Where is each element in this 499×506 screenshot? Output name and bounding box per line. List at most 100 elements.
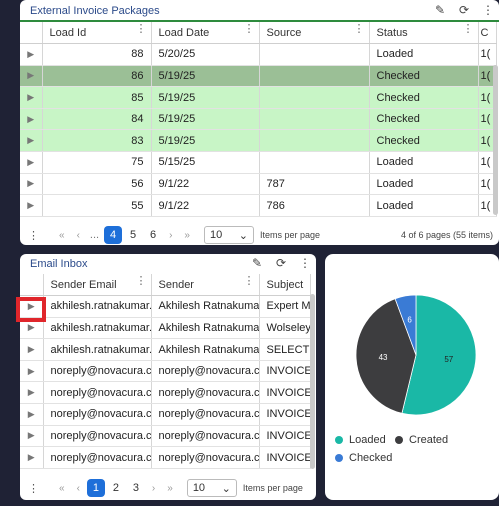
legend-item-loaded[interactable]: Loaded [335,434,386,446]
page-button[interactable]: 5 [124,226,142,244]
expand-row-icon[interactable]: ▶ [20,65,43,88]
page-button[interactable]: 1 [86,479,105,497]
expand-row-icon[interactable]: ▶ [20,403,44,426]
expand-row-icon[interactable]: ▶ [20,194,43,217]
table-row[interactable]: ▶ 83 5/19/25 Checked 1( [20,129,497,153]
table-row[interactable]: ▶ 88 5/20/25 Loaded 1( [20,43,497,66]
status-cell: Checked [369,86,479,109]
load-id-cell: 56 [42,173,152,196]
source-cell [259,86,370,109]
load-id-cell: 86 [42,65,152,88]
first-page-icon[interactable]: « [59,230,65,241]
vertical-scrollbar[interactable] [493,65,498,215]
legend-item-created[interactable]: Created [395,434,448,446]
sender-email-cell: akhilesh.ratnakumar... [43,317,152,340]
load-date-cell: 5/15/25 [151,151,260,174]
c-cell: 1( [478,43,497,66]
panel-title: Email Inbox [30,258,88,270]
table-row[interactable]: ▶ noreply@novacura.c... noreply@novacura.c… [20,360,311,383]
next-page-icon[interactable]: › [152,483,155,494]
page-button[interactable]: 6 [144,226,162,244]
next-page-icon[interactable]: › [169,230,172,241]
table-row[interactable]: ▶ noreply@novacura.c... noreply@novacura.c… [20,446,311,469]
status-cell: Checked [369,65,479,88]
table-row[interactable]: ▶ akhilesh.ratnakumar... Akhilesh Ratnakum… [20,338,311,361]
table-row[interactable]: ▶ akhilesh.ratnakumar... Akhilesh Ratnakum… [20,317,311,340]
sender-cell: Akhilesh Ratnakumar [151,295,260,318]
load-date-cell: 5/19/25 [151,129,260,153]
expand-row-icon[interactable]: ▶ [20,173,43,196]
edit-icon[interactable]: ✎ [250,256,264,270]
legend-item-checked[interactable]: Checked [335,452,392,464]
status-cell: Loaded [369,194,479,217]
expand-row-icon[interactable]: ▶ [20,381,44,405]
expand-row-icon[interactable]: ▶ [20,151,43,174]
items-per-page-select[interactable]: 10 ⌄ [186,479,237,497]
column-menu-icon[interactable]: ⋮ [136,22,147,35]
table-row[interactable]: ▶ noreply@novacura.c... noreply@novacura.c… [20,381,311,405]
subject-cell: INVOICE T [259,381,311,405]
invoice-pager: ⋮ « ‹ ... 456 › » 10 ⌄ Items per page 4 o… [20,225,499,245]
column-menu-icon[interactable]: ⋮ [463,22,474,35]
expand-row-icon[interactable]: ▶ [20,425,44,448]
edit-icon[interactable]: ✎ [433,3,447,17]
page-info: 4 of 6 pages (55 items) [400,230,493,240]
expand-row-icon[interactable]: ▶ [20,360,44,383]
expand-row-icon[interactable]: ▶ [20,86,43,109]
source-cell [259,43,370,66]
load-id-cell: 84 [42,108,152,131]
expand-row-icon[interactable]: ▶ [20,108,43,131]
table-row[interactable]: ▶ 75 5/15/25 Loaded 1( [20,151,497,174]
column-header-sender-email[interactable]: Sender Email ⋮ [43,274,152,297]
legend-swatch [395,436,403,444]
page-button[interactable]: 3 [127,479,145,497]
table-row[interactable]: ▶ 85 5/19/25 Checked 1( [20,86,497,109]
vertical-scrollbar[interactable] [310,294,315,469]
items-per-page-label: Items per page [259,230,321,240]
load-id-cell: 88 [42,43,152,66]
column-header-subject[interactable]: Subject [259,274,311,297]
column-menu-icon[interactable]: ⋮ [354,22,365,35]
column-header-load-date[interactable]: Load Date ⋮ [151,22,260,45]
expand-row-icon[interactable]: ▶ [20,446,44,469]
pager-menu-icon[interactable]: ⋮ [28,229,39,242]
table-header-row: Load Id ⋮ Load Date ⋮ Source ⋮ Status ⋮ C [20,22,497,45]
column-header-source[interactable]: Source ⋮ [259,22,370,45]
last-page-icon[interactable]: » [184,230,190,241]
table-row[interactable]: ▶ 56 9/1/22 787 Loaded 1( [20,173,497,196]
table-row[interactable]: ▶ akhilesh.ratnakumar... Akhilesh Ratnakum… [20,295,311,318]
column-header-c[interactable]: C [478,22,497,45]
table-row[interactable]: ▶ 84 5/19/25 Checked 1( [20,108,497,131]
table-row[interactable]: ▶ 86 5/19/25 Checked 1( [20,65,497,88]
column-header-load-id[interactable]: Load Id ⋮ [42,22,152,45]
sender-cell: noreply@novacura.c... [151,403,260,426]
page-button[interactable]: 4 [104,226,123,244]
table-row[interactable]: ▶ noreply@novacura.c... noreply@novacura.c… [20,403,311,426]
column-menu-icon[interactable]: ⋮ [244,22,255,35]
table-row[interactable]: ▶ noreply@novacura.c... noreply@novacura.c… [20,425,311,448]
prev-page-icon[interactable]: ‹ [77,483,80,494]
load-date-cell: 9/1/22 [151,194,260,217]
refresh-icon[interactable]: ⟳ [457,3,471,17]
last-page-icon[interactable]: » [167,483,173,494]
column-header-sender[interactable]: Sender ⋮ [151,274,260,297]
source-cell [259,129,370,153]
items-per-page-select[interactable]: 10 ⌄ [203,226,254,244]
more-options-icon[interactable]: ⋮ [298,256,312,270]
expand-row-icon[interactable]: ▶ [20,338,44,361]
pie-chart: 57 43 6 [355,294,477,416]
load-date-cell: 5/19/25 [151,108,260,131]
first-page-icon[interactable]: « [59,483,65,494]
page-button[interactable]: 2 [107,479,125,497]
expand-row-icon[interactable]: ▶ [20,129,43,153]
column-menu-icon[interactable]: ⋮ [136,274,147,287]
refresh-icon[interactable]: ⟳ [274,256,288,270]
prev-page-icon[interactable]: ‹ [77,230,80,241]
table-row[interactable]: ▶ 55 9/1/22 786 Loaded 1( [20,194,497,217]
expand-row-icon[interactable]: ▶ [20,43,43,66]
more-options-icon[interactable]: ⋮ [481,3,495,17]
pager-menu-icon[interactable]: ⋮ [28,482,39,495]
column-header-status[interactable]: Status ⋮ [369,22,479,45]
sender-email-cell: noreply@novacura.c... [43,381,152,405]
column-menu-icon[interactable]: ⋮ [244,274,255,287]
